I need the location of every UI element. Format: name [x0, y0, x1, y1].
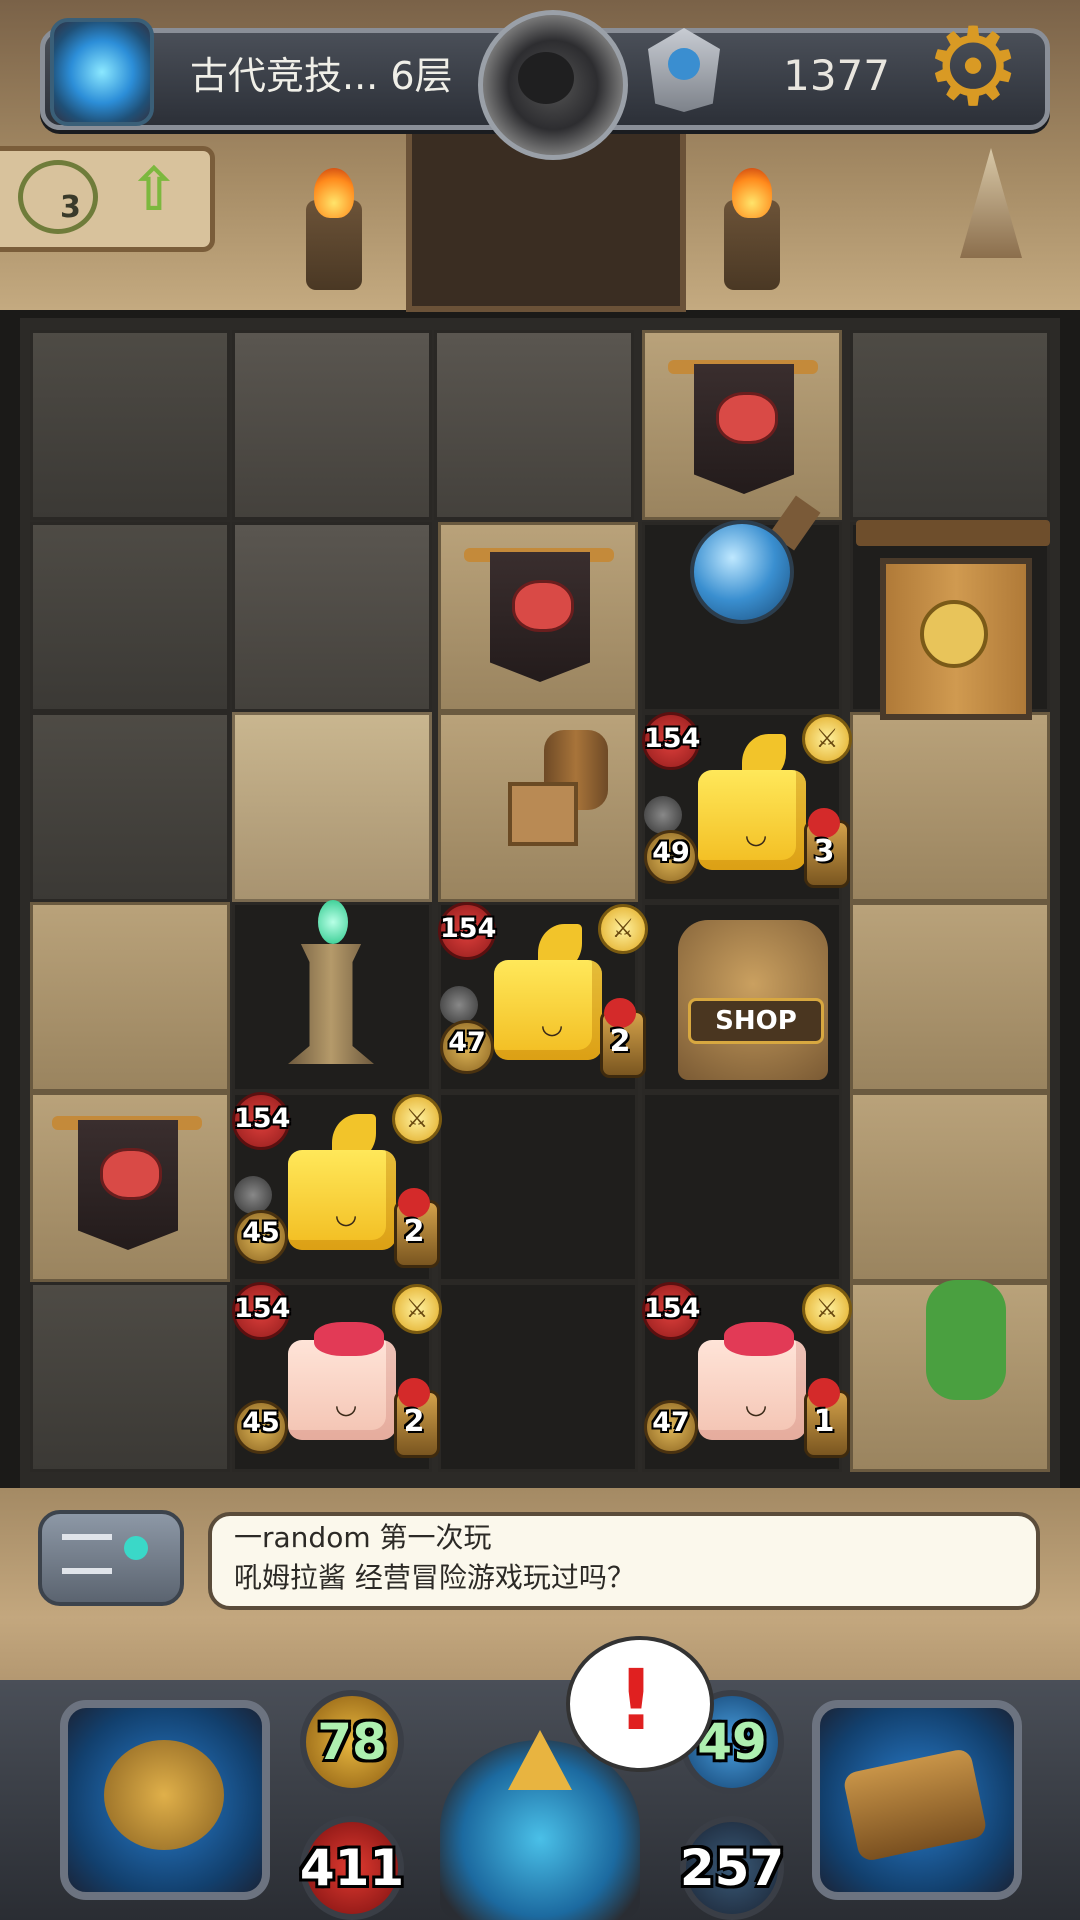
- stairs-count: 3: [60, 190, 81, 225]
- boar-icon: [100, 1148, 162, 1200]
- monster-level: 2: [403, 1214, 425, 1249]
- bow-icon: [314, 1322, 384, 1356]
- sword-icon: ⚔: [392, 1094, 442, 1144]
- menu-lines-icon: [62, 1534, 112, 1574]
- sword-icon: ⚔: [392, 1284, 442, 1334]
- monster-pink-cube[interactable]: ◡ 154 47 ⚔ 1: [642, 1282, 852, 1472]
- tile-cracked[interactable]: [232, 330, 432, 520]
- tile-cracked[interactable]: [232, 522, 432, 712]
- chat-message-2: 吼姆拉酱 经营冒险游戏玩过吗？: [234, 1561, 635, 1594]
- chat-message-1: 一random 第一次玩: [234, 1521, 492, 1554]
- monster-face: ◡: [540, 1010, 564, 1040]
- potion-icon[interactable]: [690, 520, 794, 624]
- monster-level: 2: [609, 1024, 631, 1059]
- monster-attack: 47: [652, 1407, 690, 1438]
- monster-hp: 154: [644, 723, 701, 754]
- tile-cracked[interactable]: [434, 330, 634, 520]
- bomb-icon: [234, 1176, 272, 1214]
- up-arrow-icon[interactable]: ⇧: [124, 160, 184, 220]
- door-beam: [856, 520, 1050, 546]
- crystal-emblem: [668, 48, 700, 80]
- bomb-core: [518, 52, 574, 104]
- boar-icon: [716, 392, 778, 444]
- monster-face: ◡: [744, 820, 768, 850]
- sword-icon: ⚔: [598, 904, 648, 954]
- tile-revealed: [850, 712, 1050, 902]
- tile-revealed: [850, 1092, 1050, 1282]
- monster-hp: 154: [440, 913, 497, 944]
- tile-sand: [232, 712, 432, 902]
- tile-dark[interactable]: [30, 330, 230, 520]
- torch-flame-left: [314, 168, 354, 218]
- exclamation-icon: !: [616, 1651, 656, 1749]
- tile-empty: [438, 1282, 638, 1472]
- monster-face: ◡: [334, 1200, 358, 1230]
- tile-revealed: [30, 902, 230, 1092]
- monster-face: ◡: [744, 1390, 768, 1420]
- monster-level: 3: [813, 834, 835, 869]
- monster-yellow-cube[interactable]: ◡ 154 49 ⚔ 3: [642, 712, 852, 902]
- settings-gear-icon[interactable]: ⚙: [920, 14, 1026, 124]
- tile-dark[interactable]: [850, 330, 1050, 520]
- keyhole-icon: [920, 600, 988, 668]
- monster-hp: 154: [234, 1103, 291, 1134]
- crate-icon[interactable]: [508, 782, 578, 846]
- tile-revealed: [850, 902, 1050, 1092]
- monster-yellow-cube[interactable]: ◡ 154 47 ⚔ 2: [438, 902, 648, 1092]
- sword-icon: ⚔: [802, 1284, 852, 1334]
- tile-dark[interactable]: [30, 1282, 230, 1472]
- dungeon-location: 古代竞技... 6层: [190, 54, 453, 98]
- monster-attack: 45: [242, 1407, 280, 1438]
- tile-empty: [438, 1092, 638, 1282]
- monster-attack: 45: [242, 1217, 280, 1248]
- player-hp: 411: [299, 1839, 405, 1897]
- altar-flame-icon: [318, 900, 348, 944]
- tile-dark[interactable]: [30, 712, 230, 902]
- bomb-icon: [440, 986, 478, 1024]
- currency-count: 1377: [783, 51, 890, 100]
- player-mana: 257: [679, 1839, 785, 1897]
- monster-attack: 49: [652, 837, 690, 868]
- shop-sign[interactable]: SHOP: [688, 998, 824, 1044]
- cactus-icon: [926, 1280, 1006, 1400]
- portal-icon[interactable]: [50, 18, 154, 126]
- monster-pink-cube[interactable]: ◡ 154 45 ⚔ 2: [232, 1282, 442, 1472]
- menu-dot-icon: [124, 1536, 148, 1560]
- tile-dark[interactable]: [30, 522, 230, 712]
- monster-hp: 154: [644, 1293, 701, 1324]
- tile-empty: [642, 1092, 842, 1282]
- monster-hp: 154: [234, 1293, 291, 1324]
- boar-icon: [512, 580, 574, 632]
- helmet-icon: [104, 1740, 224, 1850]
- monster-yellow-cube[interactable]: ◡ 154 45 ⚔ 2: [232, 1092, 442, 1282]
- torch-flame-right: [732, 168, 772, 218]
- player-attack: 78: [317, 1713, 387, 1771]
- bomb-icon: [644, 796, 682, 834]
- bow-icon: [724, 1322, 794, 1356]
- monster-face: ◡: [334, 1390, 358, 1420]
- monster-level: 1: [813, 1404, 835, 1439]
- monster-level: 2: [403, 1404, 425, 1439]
- sword-icon: ⚔: [802, 714, 852, 764]
- monster-attack: 47: [448, 1027, 486, 1058]
